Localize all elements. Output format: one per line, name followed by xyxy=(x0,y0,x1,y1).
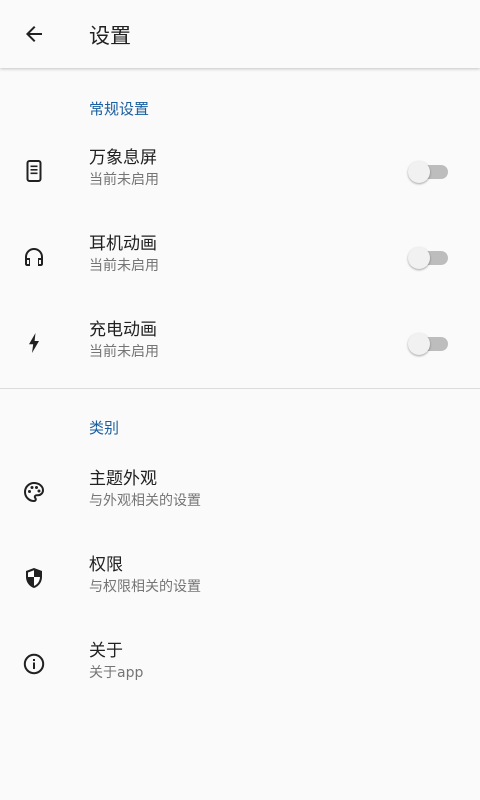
category-title: 权限 xyxy=(89,555,123,575)
category-item-permissions[interactable]: 权限 与权限相关的设置 xyxy=(0,535,480,621)
section-header-general: 常规设置 xyxy=(89,100,150,118)
info-icon xyxy=(20,650,48,678)
always-on-display-switch[interactable] xyxy=(408,161,448,183)
page-title: 设置 xyxy=(89,24,131,48)
setting-title: 充电动画 xyxy=(89,320,157,340)
category-title: 关于 xyxy=(89,641,123,661)
setting-item-always-on-display[interactable]: 万象息屏 当前未启用 xyxy=(0,128,480,214)
flash-icon xyxy=(20,329,48,357)
setting-subtitle: 当前未启用 xyxy=(89,344,159,360)
category-title: 主题外观 xyxy=(89,469,157,489)
setting-title: 万象息屏 xyxy=(89,148,157,168)
app-bar: 设置 xyxy=(0,0,480,68)
category-item-theme[interactable]: 主题外观 与外观相关的设置 xyxy=(0,449,480,535)
setting-subtitle: 当前未启用 xyxy=(89,172,159,188)
phone-screen-icon xyxy=(20,157,48,185)
category-subtitle: 关于app xyxy=(89,665,144,681)
setting-title: 耳机动画 xyxy=(89,234,157,254)
section-divider xyxy=(0,388,480,389)
back-button[interactable] xyxy=(14,16,54,56)
arrow-back-icon xyxy=(22,22,46,50)
switch-thumb xyxy=(408,161,430,183)
switch-thumb xyxy=(408,333,430,355)
category-item-about[interactable]: 关于 关于app xyxy=(0,621,480,707)
settings-screen: 设置 常规设置 万象息屏 当前未启用 耳机动画 当前未启用 充电动画 当前未启用… xyxy=(0,0,480,800)
shield-icon xyxy=(20,564,48,592)
category-subtitle: 与权限相关的设置 xyxy=(89,579,201,595)
palette-icon xyxy=(20,478,48,506)
charging-animation-switch[interactable] xyxy=(408,333,448,355)
setting-subtitle: 当前未启用 xyxy=(89,258,159,274)
headphones-icon xyxy=(20,243,48,271)
category-subtitle: 与外观相关的设置 xyxy=(89,493,201,509)
switch-thumb xyxy=(408,247,430,269)
section-header-categories: 类别 xyxy=(89,419,120,437)
setting-item-charging-animation[interactable]: 充电动画 当前未启用 xyxy=(0,300,480,386)
setting-item-earphone-animation[interactable]: 耳机动画 当前未启用 xyxy=(0,214,480,300)
earphone-animation-switch[interactable] xyxy=(408,247,448,269)
